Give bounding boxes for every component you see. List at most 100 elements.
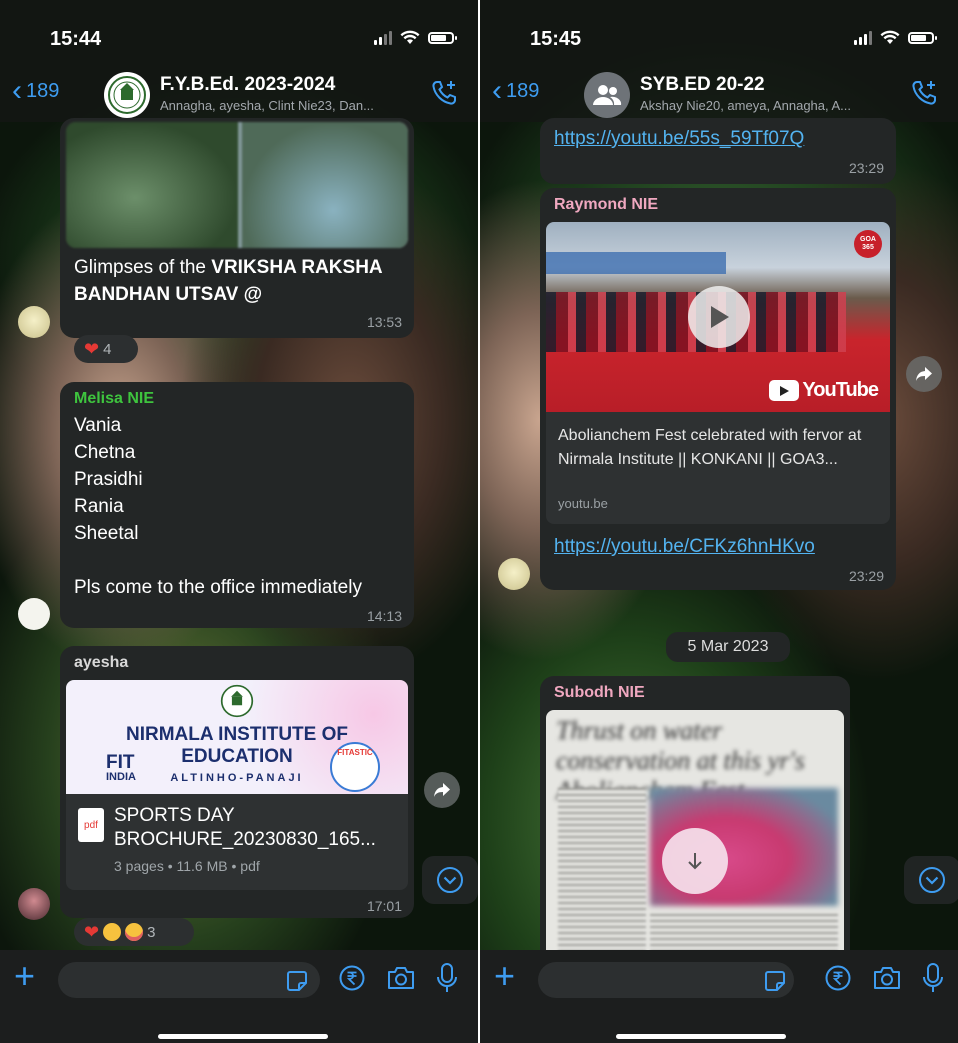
star-eyes-emoji-icon <box>103 923 122 941</box>
forward-icon <box>916 367 932 381</box>
sticker-button[interactable] <box>764 970 786 997</box>
message-time: 23:29 <box>848 160 884 176</box>
reaction-count: 3 <box>147 923 156 941</box>
sender-name: Raymond NIE <box>554 196 659 213</box>
link-preview-info[interactable]: Abolianchem Fest celebrated with fervor … <box>546 412 890 524</box>
sender-name: Melisa NIE <box>74 390 155 407</box>
forward-button[interactable] <box>424 772 460 808</box>
group-members[interactable]: Akshay Nie20, ameya, Annagha, A... <box>640 98 885 113</box>
add-call-icon <box>432 81 456 105</box>
youtube-icon <box>769 380 800 401</box>
message-input[interactable] <box>538 962 794 998</box>
document-meta: 3 pages • 11.6 MB • pdf <box>114 858 260 874</box>
group-avatar[interactable] <box>584 72 630 118</box>
add-call-icon <box>912 81 936 105</box>
add-call-button[interactable] <box>430 78 460 113</box>
fitastic-logo: FITASTIC <box>330 742 380 792</box>
heart-icon: ❤ <box>84 921 100 942</box>
message-image-caption[interactable]: Glimpses of the VRIKSHA RAKSHA BANDHAN U… <box>60 118 414 338</box>
document-banner[interactable]: NIRMALA INSTITUTE OF EDUCATION ALTINHO-P… <box>66 680 408 794</box>
plus-icon[interactable]: + <box>494 958 515 994</box>
camera-icon[interactable] <box>386 965 416 991</box>
camera-icon[interactable] <box>872 965 902 991</box>
sender-avatar[interactable] <box>18 306 50 338</box>
channel-badge: GOA 365 <box>854 230 882 258</box>
document-info[interactable]: pdf SPORTS DAY BROCHURE_20230830_165... … <box>66 794 408 890</box>
wifi-icon <box>400 30 420 44</box>
microphone-icon[interactable] <box>922 962 944 994</box>
preview-domain: youtu.be <box>558 496 608 511</box>
image-caption: Glimpses of the VRIKSHA RAKSHA BANDHAN U… <box>74 254 394 308</box>
right-phone-screen: 15:45 ‹ 189 SYB.ED 20-22 Akshay Nie20, a… <box>480 0 958 1043</box>
left-phone-screen: 15:44 ‹ 189 F.Y.B.Ed. 2023-2024 Annagha,… <box>0 0 478 1043</box>
rupee-icon[interactable] <box>824 964 852 992</box>
reaction-bar[interactable]: ❤ 3 <box>74 918 194 946</box>
status-time: 15:44 <box>50 28 102 50</box>
back-chevron-icon: ‹ <box>492 74 502 107</box>
composer-actions <box>338 962 458 994</box>
fit-india-logo: FIT INDIA <box>106 752 136 784</box>
group-avatar-icon <box>593 85 622 105</box>
heart-eyes-emoji-icon <box>125 923 144 941</box>
download-button[interactable] <box>662 828 728 894</box>
play-icon <box>711 306 729 328</box>
scroll-down-icon <box>437 867 463 893</box>
sticker-button[interactable] <box>286 970 308 997</box>
pdf-icon-label: pdf <box>84 819 98 831</box>
message-input[interactable] <box>58 962 320 998</box>
name-line: Sheetal <box>74 523 139 544</box>
play-button[interactable] <box>688 286 750 348</box>
back-button[interactable]: ‹ 189 <box>492 76 539 106</box>
name-line: Chetna <box>74 442 136 463</box>
reaction-bar[interactable]: ❤ 4 <box>74 335 138 363</box>
forward-icon <box>434 783 450 797</box>
blurred-newspaper-image[interactable]: Thrust on water conservation at this yr'… <box>546 710 844 972</box>
download-icon <box>688 853 702 870</box>
name-line: Rania <box>74 496 124 517</box>
message-note: Pls come to the office immediately <box>74 577 362 598</box>
preview-title: Abolianchem Fest celebrated with fervor … <box>558 427 862 468</box>
message-composer: + <box>480 950 958 1043</box>
scroll-down-button[interactable] <box>422 856 478 904</box>
reaction-count: 4 <box>103 340 112 358</box>
group-title[interactable]: F.Y.B.Ed. 2023-2024 <box>160 74 335 96</box>
sticker-icon <box>765 971 785 991</box>
add-call-button[interactable] <box>910 78 940 113</box>
rupee-icon[interactable] <box>338 964 366 992</box>
pdf-icon: pdf <box>78 808 104 842</box>
scroll-down-button[interactable] <box>904 856 958 904</box>
microphone-icon[interactable] <box>436 962 458 994</box>
youtube-logo: YouTube <box>769 379 879 402</box>
status-bar: 15:45 <box>480 0 958 72</box>
message-link-url[interactable]: https://youtu.be/55s_59Tf07Q <box>554 128 804 150</box>
sender-avatar[interactable] <box>498 558 530 590</box>
chat-header: ‹ 189 F.Y.B.Ed. 2023-2024 Annagha, ayesh… <box>0 72 478 122</box>
blurred-photo-grid[interactable] <box>66 122 408 248</box>
message-melisa[interactable]: Melisa NIE Vania Chetna Prasidhi Rania S… <box>60 382 414 628</box>
plus-icon[interactable]: + <box>14 958 35 994</box>
group-avatar[interactable] <box>104 72 150 118</box>
sender-avatar[interactable] <box>18 598 50 630</box>
video-thumbnail[interactable]: GOA 365 YouTube <box>546 222 890 412</box>
battery-icon <box>908 31 937 44</box>
caption-text: Glimpses of the <box>74 257 212 278</box>
back-chevron-icon: ‹ <box>12 74 22 107</box>
forward-button[interactable] <box>906 356 942 392</box>
message-youtube[interactable]: Raymond NIE GOA 365 YouTube Abolianchem … <box>540 188 896 590</box>
message-composer: + <box>0 950 478 1043</box>
message-link[interactable]: https://youtu.be/55s_59Tf07Q 23:29 <box>540 118 896 184</box>
india-text: INDIA <box>106 771 136 783</box>
institute-logo-icon <box>108 76 146 114</box>
group-title[interactable]: SYB.ED 20-22 <box>640 74 765 96</box>
document-title: SPORTS DAY BROCHURE_20230830_165... <box>114 805 376 850</box>
chat-header: ‹ 189 SYB.ED 20-22 Akshay Nie20, ameya, … <box>480 72 958 122</box>
message-image[interactable]: Subodh NIE Thrust on water conservation … <box>540 676 850 976</box>
group-members[interactable]: Annagha, ayesha, Clint Nie23, Dan... <box>160 98 405 113</box>
back-button[interactable]: ‹ 189 <box>12 76 59 106</box>
fit-text: FIT <box>106 752 135 773</box>
unread-count: 189 <box>506 79 540 102</box>
message-link-url[interactable]: https://youtu.be/CFKz6hnHKvo <box>554 536 815 558</box>
channel-badge-text: GOA 365 <box>860 236 876 251</box>
sender-avatar[interactable] <box>18 888 50 920</box>
message-document[interactable]: ayesha NIRMALA INSTITUTE OF EDUCATION AL… <box>60 646 414 918</box>
